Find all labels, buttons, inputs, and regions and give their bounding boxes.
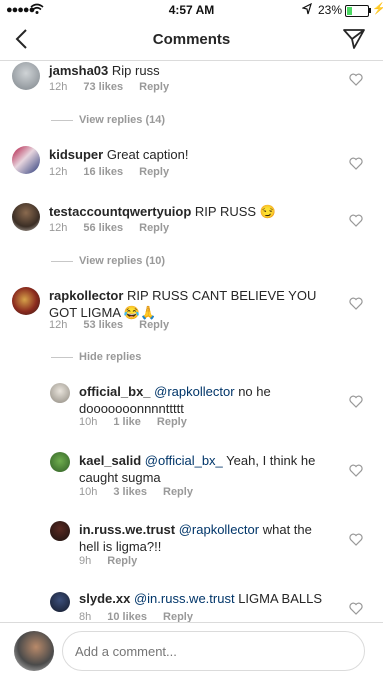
avatar[interactable] bbox=[12, 203, 40, 231]
reply-likes[interactable]: 1 like bbox=[113, 416, 141, 428]
reply-button[interactable]: Reply bbox=[139, 81, 169, 93]
heart-icon[interactable] bbox=[349, 214, 363, 227]
avatar[interactable] bbox=[50, 383, 70, 403]
comment-username[interactable]: rapkollector bbox=[49, 288, 123, 303]
comment-likes[interactable]: 16 likes bbox=[83, 166, 123, 178]
reply-button[interactable]: Reply bbox=[163, 486, 193, 498]
reply-text: official_bx_ @rapkollector no he doooooo… bbox=[79, 383, 329, 417]
reply-button[interactable]: Reply bbox=[157, 416, 187, 428]
comment-username[interactable]: kidsuper bbox=[49, 147, 103, 162]
mention-link[interactable]: @rapkollector bbox=[154, 384, 234, 399]
avatar[interactable] bbox=[12, 287, 40, 315]
charging-icon: ⚡ bbox=[372, 3, 383, 15]
reply-time: 10h bbox=[79, 486, 98, 498]
comment-username[interactable]: testaccountqwertyuiop bbox=[49, 204, 191, 219]
reply-meta: 10h 3 likes Reply bbox=[79, 486, 209, 498]
comment-likes[interactable]: 73 likes bbox=[83, 81, 123, 93]
comment-body: Rip russ bbox=[111, 63, 160, 78]
reply-username[interactable]: official_bx_ bbox=[79, 384, 151, 399]
reply-time: 9h bbox=[79, 555, 92, 567]
heart-icon[interactable] bbox=[349, 602, 363, 615]
view-replies-button[interactable]: View replies (10) bbox=[51, 255, 165, 267]
reply-username[interactable]: slyde.xx bbox=[79, 591, 130, 606]
comment-username[interactable]: jamsha03 bbox=[49, 63, 108, 78]
comment-composer bbox=[0, 622, 383, 681]
reply-time: 10h bbox=[79, 416, 98, 428]
comment-body: RIP RUSS bbox=[194, 204, 257, 219]
comment-meta: 12h 16 likes Reply bbox=[49, 166, 185, 178]
comment-text: jamsha03 Rip russ bbox=[49, 62, 334, 79]
heart-icon[interactable] bbox=[349, 297, 363, 310]
hide-replies-button[interactable]: Hide replies bbox=[51, 351, 141, 363]
emoji: 😂🙏 bbox=[123, 305, 157, 320]
comment-time: 12h bbox=[49, 319, 68, 331]
view-replies-button[interactable]: View replies (14) bbox=[51, 114, 165, 126]
reply-text: slyde.xx @in.russ.we.trust LIGMA BALLS bbox=[79, 590, 329, 607]
reply-username[interactable]: kael_salid bbox=[79, 453, 141, 468]
heart-icon[interactable] bbox=[349, 157, 363, 170]
comment-input[interactable] bbox=[62, 631, 365, 671]
reply-body: LIGMA BALLS bbox=[238, 591, 323, 606]
heart-icon[interactable] bbox=[349, 395, 363, 408]
location-icon bbox=[302, 3, 312, 15]
mention-link[interactable]: @official_bx_ bbox=[145, 453, 223, 468]
avatar[interactable] bbox=[12, 62, 40, 90]
battery-percent: 23% bbox=[318, 3, 343, 17]
comment-time: 12h bbox=[49, 222, 68, 234]
avatar[interactable] bbox=[50, 521, 70, 541]
status-bar: ●●●●● 4:57 AM 23% ⚡ bbox=[0, 0, 383, 20]
heart-icon[interactable] bbox=[349, 464, 363, 477]
page-title: Comments bbox=[152, 31, 231, 48]
emoji: 😏 bbox=[259, 204, 276, 219]
heart-icon[interactable] bbox=[349, 73, 363, 86]
comment-text: rapkollector RIP RUSS CANT BELIEVE YOU G… bbox=[49, 287, 334, 321]
reply-text: in.russ.we.trust @rapkollector what the … bbox=[79, 521, 329, 555]
battery-icon bbox=[345, 5, 369, 17]
reply-text: kael_salid @official_bx_ Yeah, I think h… bbox=[79, 452, 329, 486]
reply-button[interactable]: Reply bbox=[139, 319, 169, 331]
comment-likes[interactable]: 56 likes bbox=[83, 222, 123, 234]
mention-link[interactable]: @rapkollector bbox=[179, 522, 259, 537]
mention-link[interactable]: @in.russ.we.trust bbox=[134, 591, 235, 606]
heart-icon[interactable] bbox=[349, 533, 363, 546]
reply-button[interactable]: Reply bbox=[107, 555, 137, 567]
reply-button[interactable]: Reply bbox=[139, 166, 169, 178]
reply-username[interactable]: in.russ.we.trust bbox=[79, 522, 175, 537]
direct-send-icon[interactable] bbox=[342, 27, 366, 51]
my-avatar bbox=[14, 631, 54, 671]
avatar[interactable] bbox=[50, 452, 70, 472]
reply-button[interactable]: Reply bbox=[139, 222, 169, 234]
comment-body: Great caption! bbox=[106, 147, 189, 162]
comment-meta: 12h 56 likes Reply bbox=[49, 222, 185, 234]
comment-meta: 12h 73 likes Reply bbox=[49, 81, 185, 93]
comment-time: 12h bbox=[49, 81, 68, 93]
comment-text: kidsuper Great caption! bbox=[49, 146, 334, 163]
comment-likes[interactable]: 53 likes bbox=[83, 319, 123, 331]
reply-meta: 10h 1 like Reply bbox=[79, 416, 203, 428]
reply-likes[interactable]: 3 likes bbox=[113, 486, 147, 498]
comment-meta: 12h 53 likes Reply bbox=[49, 319, 185, 331]
avatar[interactable] bbox=[50, 592, 70, 612]
comment-text: testaccountqwertyuiop RIP RUSS 😏 bbox=[49, 203, 334, 220]
avatar[interactable] bbox=[12, 146, 40, 174]
comment-time: 12h bbox=[49, 166, 68, 178]
reply-meta: 9h Reply bbox=[79, 555, 153, 567]
header: Comments bbox=[0, 20, 383, 61]
